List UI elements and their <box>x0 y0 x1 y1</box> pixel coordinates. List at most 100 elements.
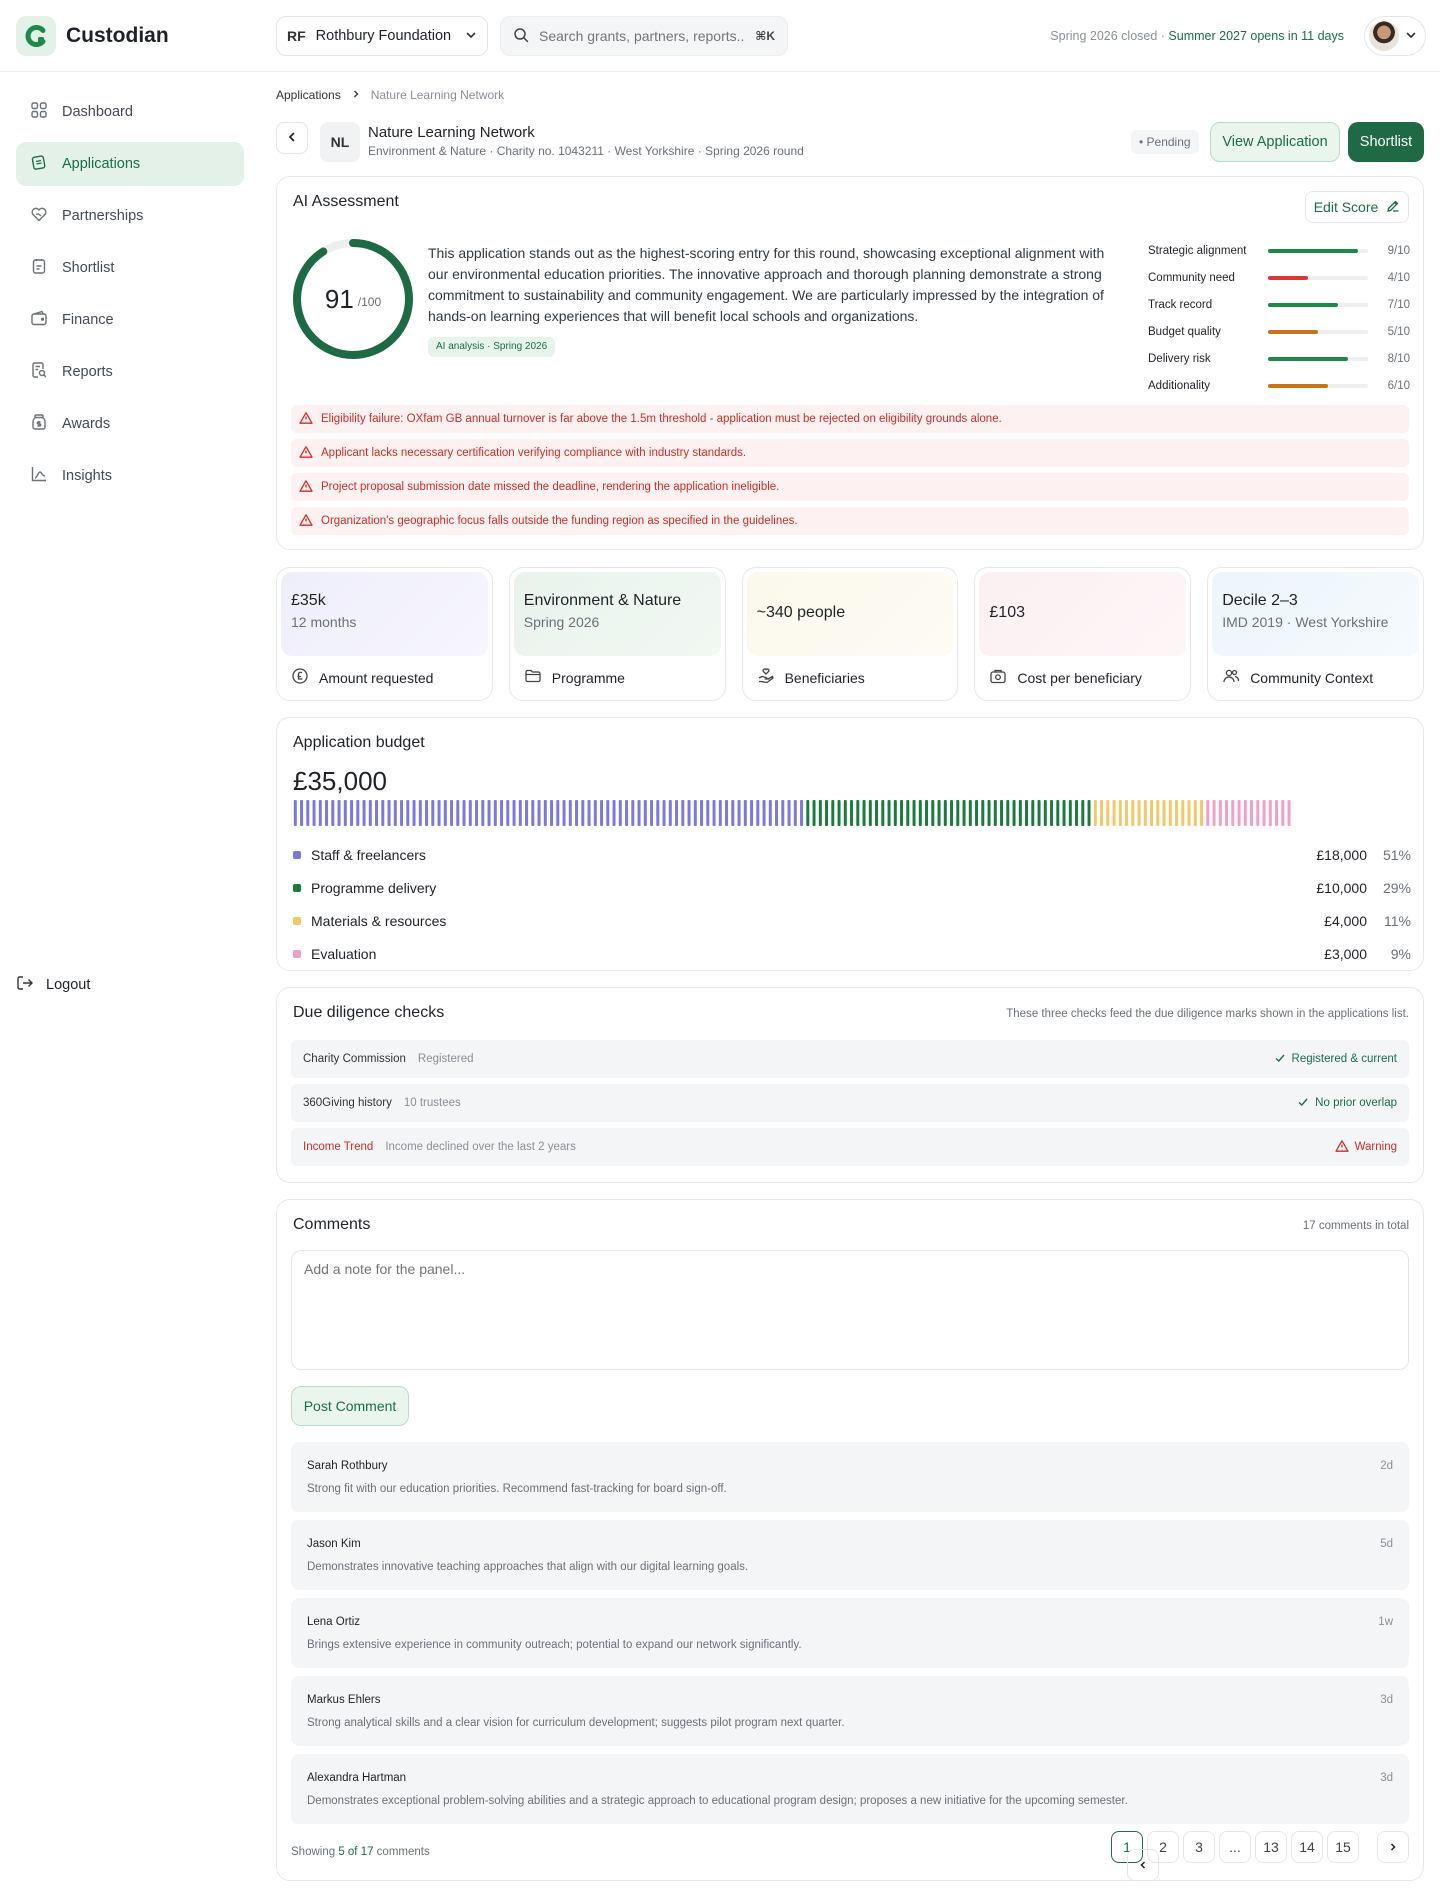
page-button[interactable]: 14 <box>1291 1831 1323 1863</box>
comment-input[interactable] <box>291 1250 1409 1370</box>
check-icon <box>1297 1096 1309 1111</box>
budget-bar-stripe <box>737 800 741 826</box>
budget-bar-stripe <box>1162 800 1166 826</box>
org-name: Rothbury Foundation <box>315 28 452 44</box>
back-button[interactable] <box>276 122 308 154</box>
search-input[interactable] <box>539 28 746 44</box>
tile-value: £35k <box>291 592 326 609</box>
tile-footer: Community Context <box>1222 667 1373 688</box>
sidebar-item-finance[interactable]: Finance <box>16 298 244 342</box>
sidebar-item-shortlist[interactable]: Shortlist <box>16 246 244 290</box>
budget-rows: Staff & freelancers £18,000 51% Programme … <box>293 838 1411 970</box>
tile-body: £35k 12 months <box>281 572 488 656</box>
budget-bar-stripe <box>568 800 572 826</box>
page-button[interactable]: 3 <box>1183 1831 1215 1863</box>
budget-bar-stripe <box>337 800 341 826</box>
breadcrumb-parent[interactable]: Applications <box>276 88 341 102</box>
budget-row: Programme delivery £10,000 29% <box>293 871 1411 904</box>
legend-swatch <box>293 850 301 859</box>
logout-label: Logout <box>46 977 91 993</box>
budget-bar-stripe <box>1006 800 1010 826</box>
user-menu[interactable] <box>1364 16 1426 56</box>
ai-assessment-title: AI Assessment <box>293 193 399 210</box>
sidebar-item-applications[interactable]: Applications <box>16 142 244 186</box>
budget-bar-stripe <box>593 800 597 826</box>
tile-body: £103 <box>979 572 1187 656</box>
budget-bar-stripe <box>1143 800 1147 826</box>
tile-value: Decile 2–3 <box>1222 592 1298 609</box>
search-bar: ⌘K <box>500 16 788 56</box>
comment-author: Markus Ehlers <box>307 1694 381 1706</box>
sidebar-item-awards[interactable]: Awards <box>16 402 244 446</box>
application-header: NL Nature Learning Network Environment &… <box>276 122 1424 162</box>
logout-button[interactable]: Logout <box>16 974 90 996</box>
check-row: Income Trend Income declined over the la… <box>291 1128 1409 1166</box>
budget-bar-stripe <box>775 800 779 826</box>
sidebar-item-label: Applications <box>62 156 141 172</box>
view-application-button[interactable]: View Application <box>1210 122 1340 162</box>
budget-bar-stripe <box>675 800 679 826</box>
budget-bar-stripe <box>1050 800 1054 826</box>
budget-bar-stripe <box>1231 800 1235 826</box>
metric-label: Track record <box>1148 298 1213 311</box>
metric-bar <box>1268 383 1368 388</box>
budget-bar-stripe <box>468 800 472 826</box>
check-status-text: Registered & current <box>1291 1053 1397 1065</box>
budget-bar-stripe <box>725 800 729 826</box>
alert-text: Applicant lacks necessary certification … <box>321 447 747 459</box>
comment-item: Alexandra Hartman 3d Demonstrates exceptio… <box>291 1754 1409 1824</box>
brand[interactable]: Custodian <box>16 16 169 56</box>
budget-label: Programme delivery <box>311 879 437 896</box>
comment-author: Lena Ortiz <box>307 1616 361 1628</box>
organisation-select[interactable]: RF Rothbury Foundation <box>276 16 488 56</box>
tile-footer: Programme <box>524 667 625 688</box>
post-comment-button[interactable]: Post Comment <box>291 1386 409 1426</box>
sidebar-item-label: Awards <box>62 416 111 432</box>
shortlist-button[interactable]: Shortlist <box>1348 122 1424 162</box>
alert-item: Applicant lacks necessary certification … <box>291 439 1409 467</box>
budget-row: Staff & freelancers £18,000 51% <box>293 838 1411 871</box>
budget-bar-stripe <box>668 800 672 826</box>
showing-suffix: comments <box>373 1846 430 1858</box>
sidebar-nav: Dashboard Applications Partnerships Shor… <box>16 90 244 506</box>
budget-bar-stripe <box>506 800 510 826</box>
budget-label: Evaluation <box>311 945 377 962</box>
sidebar-item-partnerships[interactable]: Partnerships <box>16 194 244 238</box>
sidebar-item-reports[interactable]: Reports <box>16 350 244 394</box>
page-button[interactable]: 13 <box>1255 1831 1287 1863</box>
comment-text: Strong fit with our education priorities… <box>307 1483 727 1495</box>
budget-bar-stripe <box>1118 800 1122 826</box>
comments-count: 17 comments in total <box>1302 1220 1409 1232</box>
page-ellipsis: ... <box>1219 1831 1251 1863</box>
budget-bar-stripe <box>500 800 504 826</box>
budget-bar-stripe <box>781 800 785 826</box>
budget-bar-stripe <box>912 800 916 826</box>
sidebar-item-label: Partnerships <box>62 208 144 224</box>
comment-text: Demonstrates innovative teaching approac… <box>307 1561 749 1573</box>
budget-bar-stripe <box>1137 800 1141 826</box>
budget-bar-stripe <box>331 800 335 826</box>
chevron-down-icon <box>1405 28 1417 44</box>
budget-bar-stripe <box>450 800 454 826</box>
budget-bar-stripe <box>412 800 416 826</box>
edit-score-button[interactable]: Edit Score <box>1305 191 1409 223</box>
prev-page-button[interactable] <box>1127 1849 1159 1881</box>
metric-bar-fill <box>1268 383 1328 388</box>
next-page-button[interactable] <box>1377 1831 1409 1863</box>
score-value: 91 <box>324 283 354 314</box>
budget-bar-stripe <box>1043 800 1047 826</box>
budget-bar-stripe <box>431 800 435 826</box>
check-status-text: No prior overlap <box>1315 1097 1397 1109</box>
budget-bar-stripe <box>687 800 691 826</box>
budget-amount: £3,000 <box>1324 945 1367 962</box>
due-diligence-card: Due diligence checks These three checks … <box>276 987 1424 1183</box>
budget-bar-stripe <box>712 800 716 826</box>
page-button[interactable]: 15 <box>1327 1831 1359 1863</box>
clipboard-icon <box>30 257 48 279</box>
logout-icon <box>16 974 34 996</box>
tile-subtext: IMD 2019 · West Yorkshire <box>1222 614 1389 630</box>
sidebar-item-insights[interactable]: Insights <box>16 454 244 498</box>
budget-bar-stripe <box>1087 800 1091 826</box>
budget-bar-stripe <box>650 800 654 826</box>
sidebar-item-dashboard[interactable]: Dashboard <box>16 90 244 134</box>
